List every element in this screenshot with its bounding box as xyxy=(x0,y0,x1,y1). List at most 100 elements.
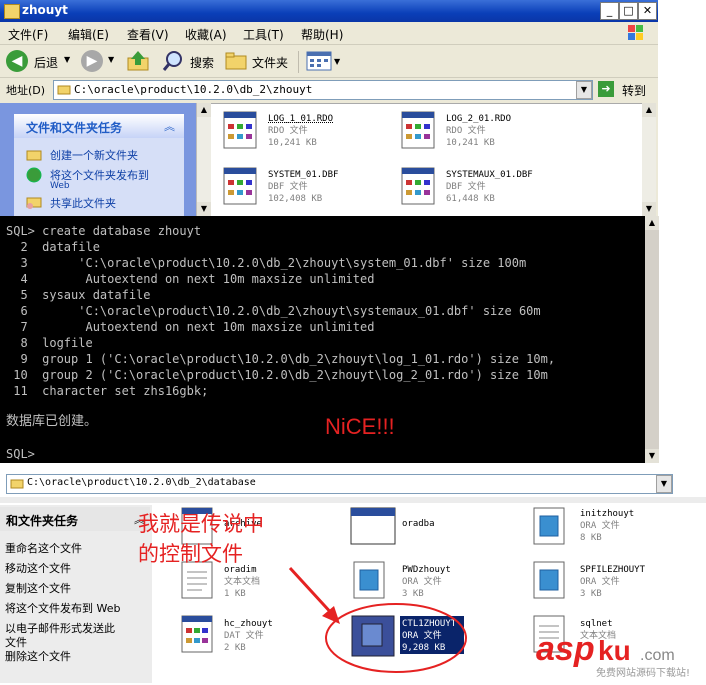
collapse-icon[interactable]: ︽ xyxy=(164,118,175,134)
file-size: 2 KB xyxy=(224,643,246,653)
file-size: 61,448 KB xyxy=(446,194,495,204)
menu-help[interactable]: 帮助(H) xyxy=(301,26,343,43)
file-item[interactable]: SYSTEM_01.DBF DBF 文件 102,408 KB xyxy=(222,166,402,214)
file-size: 10,241 KB xyxy=(446,138,495,148)
file-type: 文本文档 xyxy=(224,577,261,587)
back-dropdown-icon[interactable]: ▼ xyxy=(64,55,70,64)
file-name: initzhouyt xyxy=(580,509,635,519)
file-item[interactable]: initzhouyt ORA 文件 8 KB xyxy=(530,506,700,552)
share-folder-icon xyxy=(26,197,42,209)
task-move[interactable]: 移动这个文件 xyxy=(5,560,71,576)
menu-favorites[interactable]: 收藏(A) xyxy=(185,26,227,43)
toolbar: ◀ 后退 ▼ ▶ ▼ 搜索 文件夹 ▼ xyxy=(0,45,658,78)
file-type: ORA 文件 xyxy=(580,577,620,587)
menu-file[interactable]: 文件(F) xyxy=(8,26,48,43)
task-publish-web-cont[interactable]: Web xyxy=(50,181,70,191)
task-publish-web[interactable]: 将这个文件发布到 Web xyxy=(5,600,120,616)
scroll-up-icon[interactable]: ▲ xyxy=(197,103,211,117)
file-item[interactable]: LOG_1_01.RDO RDO 文件 10,241 KB xyxy=(222,110,402,158)
folder-icon xyxy=(10,479,24,489)
address-dropdown-icon[interactable]: ▼ xyxy=(576,81,592,99)
scrollbar[interactable]: ▲ ▼ xyxy=(196,103,211,216)
console-line: 5 sysaux datafile xyxy=(6,288,151,302)
maximize-button[interactable]: □ xyxy=(619,2,638,20)
window-file-icon xyxy=(350,507,396,545)
task-rename[interactable]: 重命名这个文件 xyxy=(5,540,82,556)
aspku-logo: asp ku .com 免费网站源码下载站! xyxy=(536,630,690,679)
scrollbar-right[interactable]: ▲ ▼ xyxy=(642,103,656,216)
file-item[interactable]: oradba xyxy=(350,506,510,552)
file-type: DBF 文件 xyxy=(268,182,308,192)
forward-arrow-icon[interactable]: ▶ xyxy=(81,50,103,72)
annotation-overlay xyxy=(288,566,467,673)
file-name: LOG_2_01.RDO xyxy=(446,114,512,124)
file-name: hc_zhouyt xyxy=(224,619,273,629)
scroll-down-icon[interactable]: ▼ xyxy=(642,202,656,216)
file-icon xyxy=(181,615,213,653)
file-size: 3 KB xyxy=(580,589,602,599)
scroll-up-icon[interactable]: ▲ xyxy=(642,103,656,117)
explorer-window-zhouyt: zhouyt _ □ ✕ 文件(F) 编辑(E) 查看(V) 收藏(A) 工具(… xyxy=(0,0,658,216)
nice-annotation: NiCE!!! xyxy=(325,414,395,439)
back-arrow-icon[interactable]: ◀ xyxy=(6,50,28,72)
forward-dropdown-icon[interactable]: ▼ xyxy=(108,55,114,64)
file-size: 1 KB xyxy=(224,589,246,599)
file-item[interactable]: LOG_2_01.RDO RDO 文件 10,241 KB xyxy=(400,110,580,158)
tasks-title: 文件和文件夹任务 xyxy=(26,121,123,135)
file-icon xyxy=(401,167,435,205)
console-line: 9 group 1 ('C:\oracle\product\10.2.0\db_… xyxy=(6,352,556,366)
address-dropdown-icon[interactable]: ▼ xyxy=(656,475,672,493)
close-button[interactable]: ✕ xyxy=(638,2,657,20)
task-new-folder[interactable]: 创建一个新文件夹 xyxy=(50,147,138,163)
go-label: 转到 xyxy=(622,84,647,98)
folders-icon[interactable] xyxy=(224,51,248,71)
windows-logo-icon xyxy=(628,25,643,40)
file-name: SYSTEM_01.DBF xyxy=(268,170,339,180)
menu-tools[interactable]: 工具(T) xyxy=(243,26,284,43)
console-prompt: SQL> xyxy=(6,447,35,461)
address-value: C:\oracle\product\10.2.0\db_2\zhouyt xyxy=(74,83,313,96)
tasks-header[interactable]: 和文件夹任务 ︽ xyxy=(0,507,150,531)
annotation-line: 的控制文件 xyxy=(138,542,243,566)
search-button[interactable]: 搜索 xyxy=(190,54,214,71)
file-icon xyxy=(223,167,257,205)
address-input[interactable]: C:\oracle\product\10.2.0\db_2\zhouyt ▼ xyxy=(53,80,593,100)
go-button[interactable]: ➜ 转到 xyxy=(596,80,654,98)
file-type: RDO 文件 xyxy=(446,126,486,136)
menu-edit[interactable]: 编辑(E) xyxy=(68,26,109,43)
console-result: 数据库已创建。 xyxy=(6,414,98,429)
views-icon[interactable]: ▼ xyxy=(306,51,342,71)
task-share-folder[interactable]: 共享此文件夹 xyxy=(50,195,116,211)
svg-text:.com: .com xyxy=(640,647,675,664)
search-icon[interactable] xyxy=(162,50,184,72)
title-bar[interactable]: zhouyt _ □ ✕ xyxy=(0,0,658,22)
minimize-button[interactable]: _ xyxy=(600,2,619,20)
file-size: 8 KB xyxy=(580,533,602,543)
file-item[interactable]: SPFILEZHOUYT ORA 文件 3 KB xyxy=(530,560,700,606)
scroll-down-icon[interactable]: ▼ xyxy=(197,202,211,216)
tasks-header[interactable]: 文件和文件夹任务 ︽ xyxy=(14,114,184,138)
console-line: 7 Autoextend on next 10m maxsize unlimit… xyxy=(6,320,375,334)
address-label: 地址(D) xyxy=(6,84,46,97)
svg-text:▼: ▼ xyxy=(334,57,341,66)
file-type: RDO 文件 xyxy=(268,126,308,136)
console-scrollbar[interactable]: ▲ ▼ xyxy=(645,216,659,463)
back-button[interactable]: 后退 xyxy=(34,54,58,71)
task-copy[interactable]: 复制这个文件 xyxy=(5,580,71,596)
folder-icon xyxy=(57,85,71,95)
file-type: DAT 文件 xyxy=(224,631,264,641)
menu-view[interactable]: 查看(V) xyxy=(127,26,169,43)
folders-button[interactable]: 文件夹 xyxy=(252,54,288,71)
scroll-up-icon[interactable]: ▲ xyxy=(645,216,659,230)
file-item[interactable]: SYSTEMAUX_01.DBF DBF 文件 61,448 KB xyxy=(400,166,600,214)
file-name: SPFILEZHOUYT xyxy=(580,565,646,575)
console-line: 10 group 2 ('C:\oracle\product\10.2.0\db… xyxy=(6,368,548,382)
ora-file-icon xyxy=(533,561,565,599)
file-type: ORA 文件 xyxy=(580,521,620,531)
scroll-down-icon[interactable]: ▼ xyxy=(645,449,659,463)
svg-text:免费网站源码下载站!: 免费网站源码下载站! xyxy=(596,666,690,679)
address-input[interactable]: C:\oracle\product\10.2.0\db_2\database ▼ xyxy=(6,474,673,494)
up-folder-icon[interactable] xyxy=(126,50,150,72)
task-delete[interactable]: 删除这个文件 xyxy=(5,648,71,664)
ora-file-icon xyxy=(533,507,565,545)
